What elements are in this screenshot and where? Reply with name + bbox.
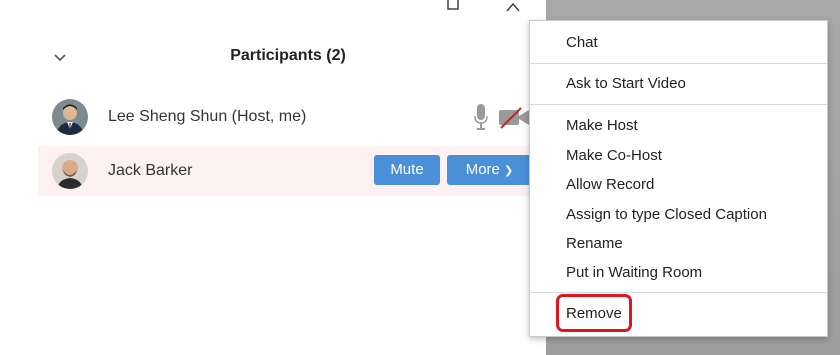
participant-context-menu: Chat Ask to Start Video Make Host Make C… <box>529 20 828 337</box>
more-button[interactable]: More ❯ <box>447 155 532 185</box>
menu-separator <box>530 292 827 293</box>
participant-name: Lee Sheng Shun (Host, me) <box>108 108 307 125</box>
panel-title: Participants (2) <box>230 47 346 64</box>
menu-item-make-co-host[interactable]: Make Co-Host <box>566 147 662 164</box>
participant-row[interactable]: Lee Sheng Shun (Host, me) <box>38 92 546 142</box>
mute-button[interactable]: Mute <box>374 155 440 185</box>
maximize-icon[interactable] <box>447 0 459 10</box>
menu-item-rename[interactable]: Rename <box>566 235 623 252</box>
participant-name: Jack Barker <box>108 162 193 179</box>
menu-item-assign-closed-caption[interactable]: Assign to type Closed Caption <box>566 206 767 223</box>
participant-row[interactable]: Jack Barker Mute More ❯ <box>38 146 546 196</box>
menu-item-allow-record[interactable]: Allow Record <box>566 176 654 193</box>
close-icon[interactable] <box>506 0 520 12</box>
menu-separator <box>530 104 827 105</box>
participants-panel: Participants (2) Lee Sheng Shun (Host, m… <box>0 0 546 355</box>
video-off-icon[interactable] <box>499 107 531 129</box>
chevron-right-icon: ❯ <box>504 165 514 177</box>
remove-highlight-box <box>556 294 632 332</box>
menu-item-ask-to-start-video[interactable]: Ask to Start Video <box>566 75 686 92</box>
menu-item-put-in-waiting-room[interactable]: Put in Waiting Room <box>566 264 702 281</box>
menu-item-chat[interactable]: Chat <box>566 34 598 51</box>
avatar <box>52 153 88 189</box>
menu-separator <box>530 63 827 64</box>
avatar <box>52 99 88 135</box>
more-button-label: More <box>465 161 500 178</box>
microphone-icon[interactable] <box>474 104 488 130</box>
menu-item-make-host[interactable]: Make Host <box>566 117 638 134</box>
